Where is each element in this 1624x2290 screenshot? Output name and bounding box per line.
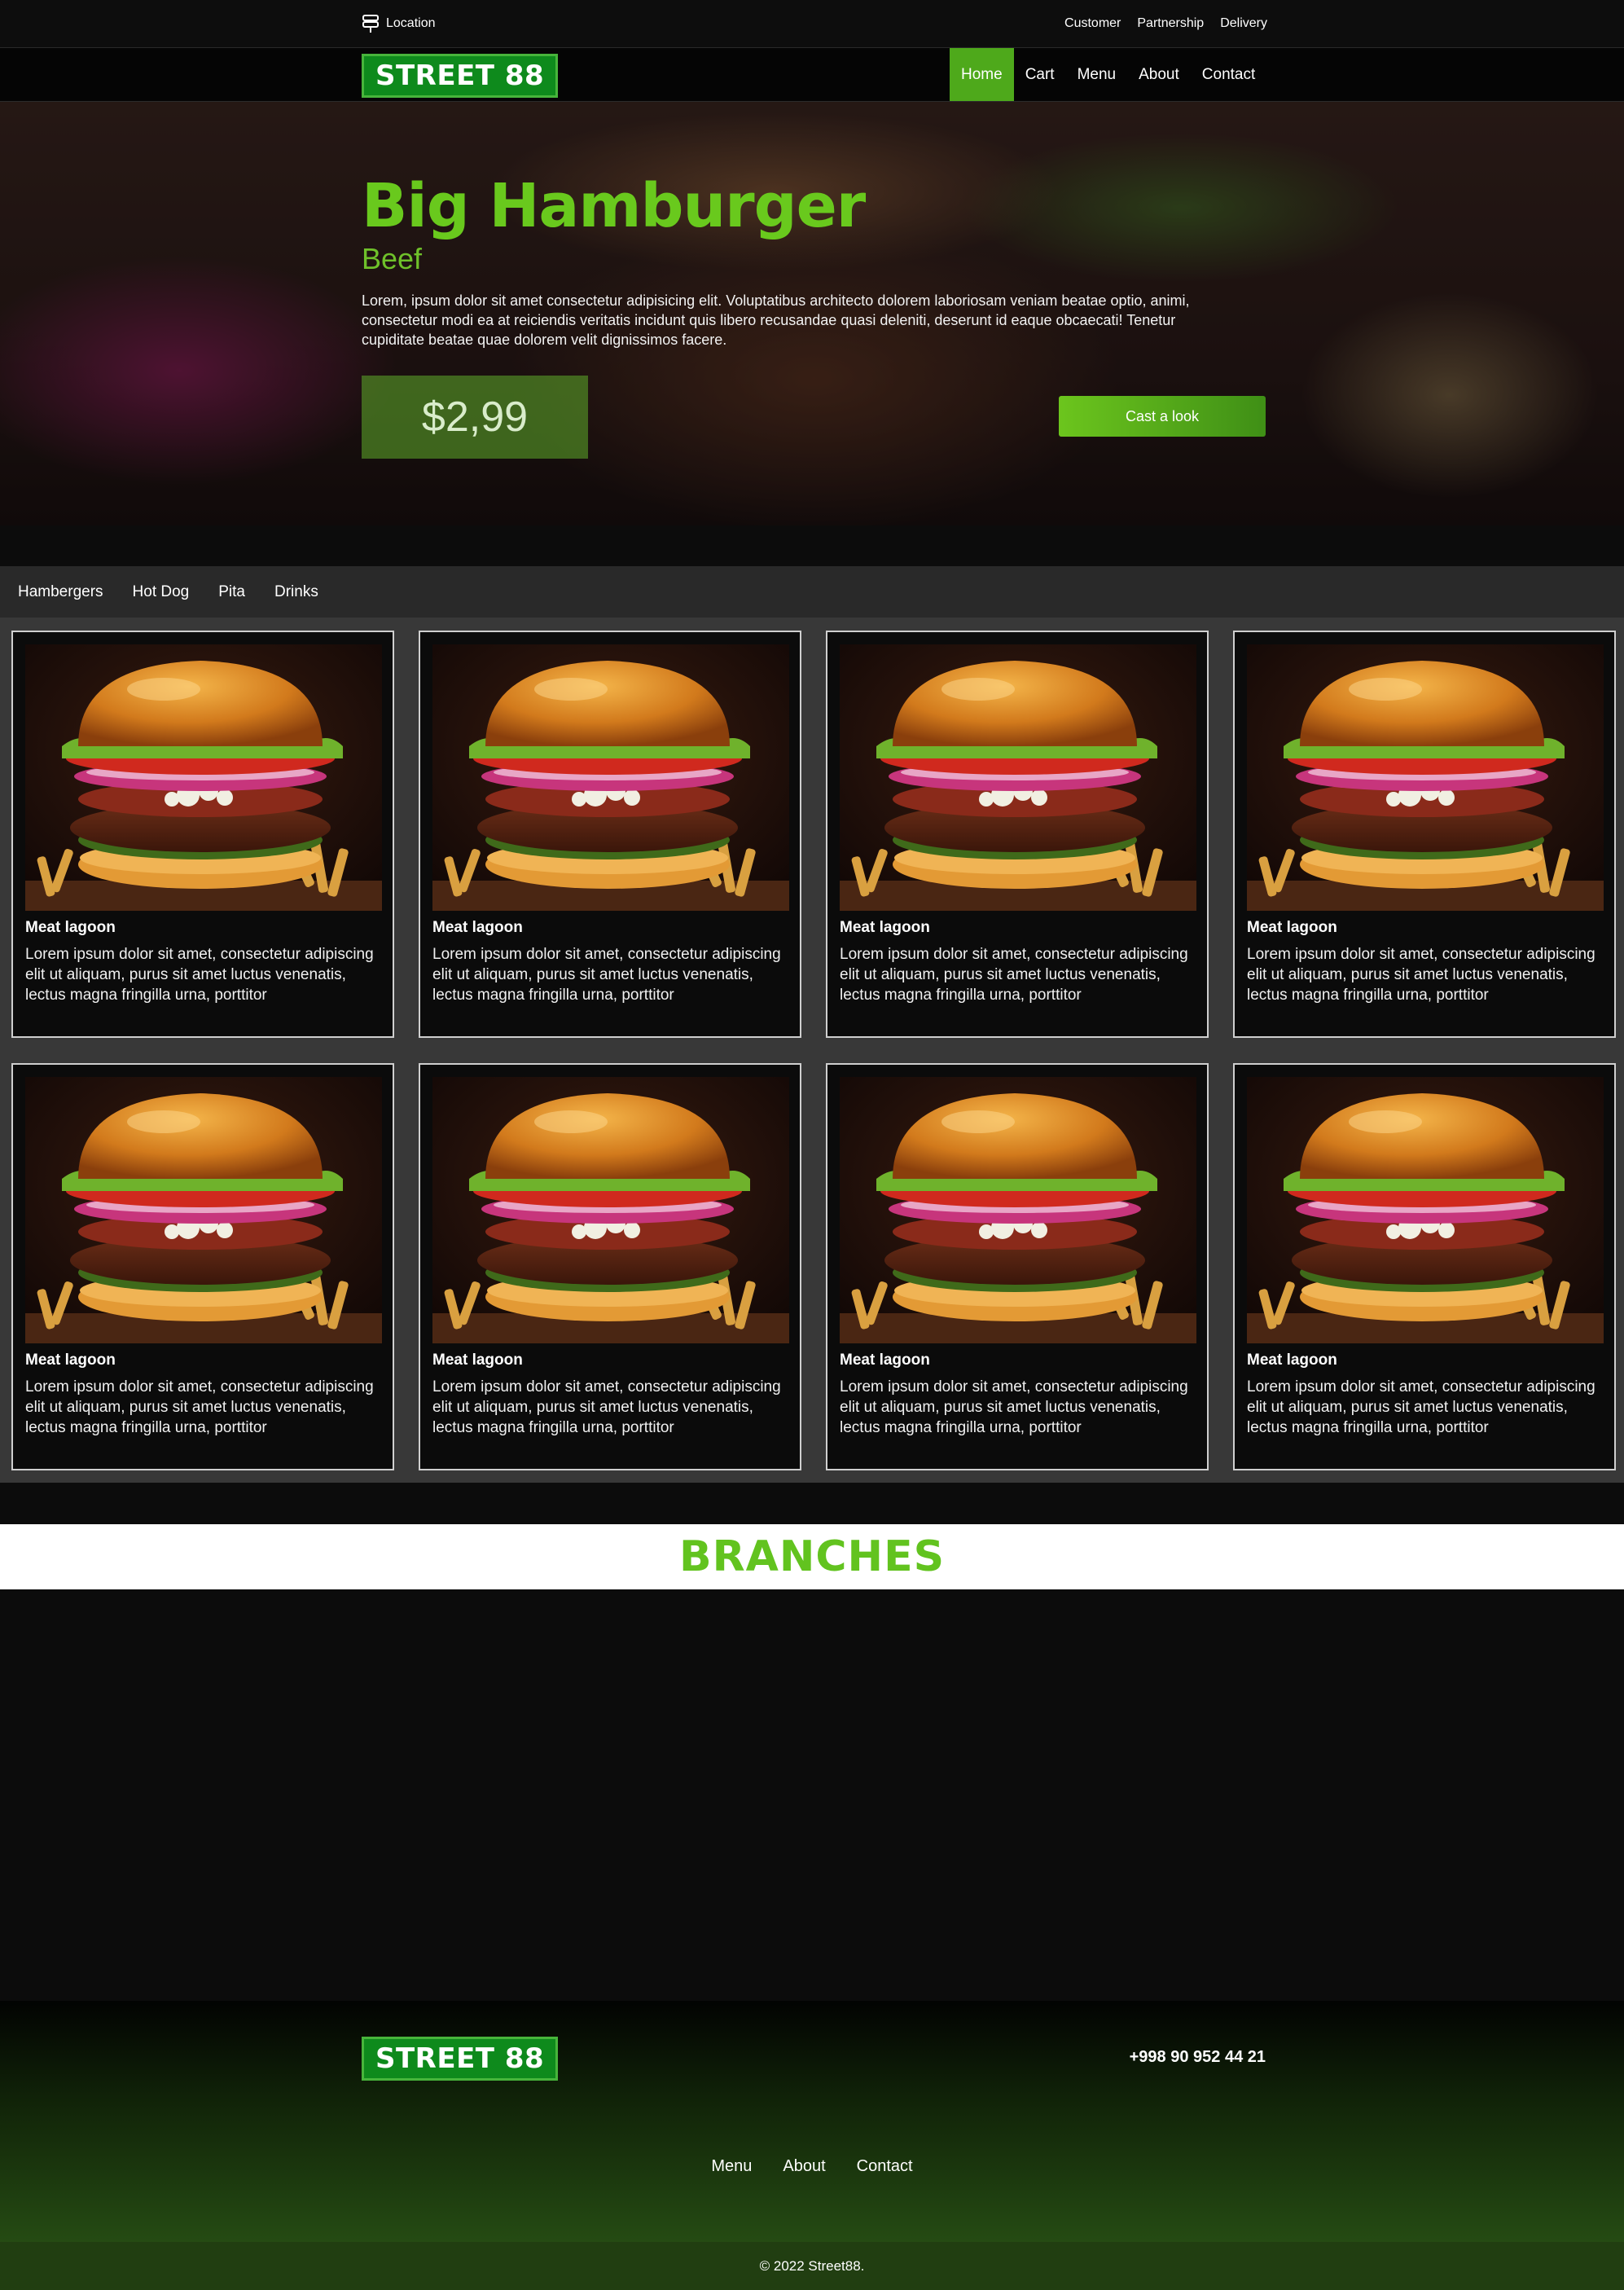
product-card[interactable]: Meat lagoon Lorem ipsum dolor sit amet, …	[826, 1063, 1209, 1470]
category-bar: Hambergers Hot Dog Pita Drinks	[0, 566, 1624, 618]
tab-drinks[interactable]: Drinks	[274, 566, 348, 618]
main-menu: Home Cart Menu About Contact	[950, 48, 1266, 101]
branches-header: BRANCHES	[0, 1524, 1624, 1589]
product-image	[25, 644, 382, 911]
product-image	[1247, 644, 1604, 911]
product-image	[25, 1077, 382, 1343]
tab-hambergers[interactable]: Hambergers	[18, 566, 133, 618]
product-title: Meat lagoon	[432, 919, 523, 936]
footer-link-contact[interactable]: Contact	[857, 2157, 913, 2176]
product-card[interactable]: Meat lagoon Lorem ipsum dolor sit amet, …	[419, 631, 801, 1038]
nav-about[interactable]: About	[1127, 48, 1191, 101]
branches-title: BRANCHES	[678, 1532, 946, 1581]
product-description: Lorem ipsum dolor sit amet, consectetur …	[25, 1378, 374, 1436]
nav-contact[interactable]: Contact	[1191, 48, 1266, 101]
footer-logo[interactable]: STREET 88	[362, 2037, 559, 2081]
product-image	[432, 1077, 789, 1343]
branches-map-area	[0, 1589, 1624, 2001]
hero-banner: Big Hamburger Beef Lorem, ipsum dolor si…	[0, 102, 1624, 525]
hero-content: Big Hamburger Beef Lorem, ipsum dolor si…	[362, 102, 1266, 525]
copyright: © 2022 Street88.	[0, 2242, 1624, 2290]
product-card[interactable]: Meat lagoon Lorem ipsum dolor sit amet, …	[1233, 631, 1616, 1038]
location-signpost-icon	[362, 15, 379, 33]
top-link-partnership[interactable]: Partnership	[1137, 16, 1204, 31]
footer-link-menu[interactable]: Menu	[711, 2157, 752, 2176]
tab-pita[interactable]: Pita	[218, 566, 274, 618]
location-label: Location	[386, 16, 436, 30]
product-card[interactable]: Meat lagoon Lorem ipsum dolor sit amet, …	[11, 631, 394, 1038]
top-bar: Location Customer Partnership Delivery	[0, 0, 1624, 48]
product-image	[432, 644, 789, 911]
main-navbar: STREET 88 Home Cart Menu About Contact	[0, 48, 1624, 102]
top-links: Customer Partnership Delivery	[1064, 16, 1267, 31]
product-title: Meat lagoon	[25, 919, 116, 936]
hero-title: Big Hamburger	[362, 171, 866, 241]
product-card[interactable]: Meat lagoon Lorem ipsum dolor sit amet, …	[1233, 1063, 1616, 1470]
product-card[interactable]: Meat lagoon Lorem ipsum dolor sit amet, …	[419, 1063, 801, 1470]
brand-logo[interactable]: STREET 88	[362, 54, 559, 98]
product-title: Meat lagoon	[840, 919, 930, 936]
product-card[interactable]: Meat lagoon Lorem ipsum dolor sit amet, …	[11, 1063, 394, 1470]
product-title: Meat lagoon	[432, 1352, 523, 1369]
product-description: Lorem ipsum dolor sit amet, consectetur …	[840, 946, 1188, 1004]
product-description: Lorem ipsum dolor sit amet, consectetur …	[432, 946, 781, 1004]
product-description: Lorem ipsum dolor sit amet, consectetur …	[432, 1378, 781, 1436]
product-grid: Meat lagoon Lorem ipsum dolor sit amet, …	[0, 618, 1624, 1483]
footer-nav: Menu About Contact	[0, 2157, 1624, 2176]
product-title: Meat lagoon	[25, 1352, 116, 1369]
top-link-delivery[interactable]: Delivery	[1220, 16, 1267, 31]
cast-a-look-button[interactable]: Cast a look	[1059, 396, 1266, 437]
product-image	[840, 1077, 1196, 1343]
hero-description: Lorem, ipsum dolor sit amet consectetur …	[362, 292, 1190, 348]
hero-price: $2,99	[362, 376, 588, 459]
product-description: Lorem ipsum dolor sit amet, consectetur …	[25, 946, 374, 1004]
product-title: Meat lagoon	[1247, 1352, 1337, 1369]
product-image	[1247, 1077, 1604, 1343]
product-title: Meat lagoon	[840, 1352, 930, 1369]
product-description: Lorem ipsum dolor sit amet, consectetur …	[1247, 946, 1595, 1004]
footer-phone[interactable]: +998 90 952 44 21	[1130, 2048, 1266, 2067]
nav-menu[interactable]: Menu	[1066, 48, 1128, 101]
footer: STREET 88 +998 90 952 44 21 Menu About C…	[0, 2001, 1624, 2242]
nav-home[interactable]: Home	[950, 48, 1014, 101]
product-card[interactable]: Meat lagoon Lorem ipsum dolor sit amet, …	[826, 631, 1209, 1038]
nav-cart[interactable]: Cart	[1014, 48, 1066, 101]
location-link[interactable]: Location	[362, 14, 436, 33]
tab-hot-dog[interactable]: Hot Dog	[133, 566, 219, 618]
product-description: Lorem ipsum dolor sit amet, consectetur …	[1247, 1378, 1595, 1436]
footer-link-about[interactable]: About	[783, 2157, 825, 2176]
hero-subtitle: Beef	[362, 242, 423, 275]
category-tabs: Hambergers Hot Dog Pita Drinks	[18, 566, 348, 618]
top-link-customer[interactable]: Customer	[1064, 16, 1121, 31]
product-image	[840, 644, 1196, 911]
product-description: Lorem ipsum dolor sit amet, consectetur …	[840, 1378, 1188, 1436]
product-title: Meat lagoon	[1247, 919, 1337, 936]
